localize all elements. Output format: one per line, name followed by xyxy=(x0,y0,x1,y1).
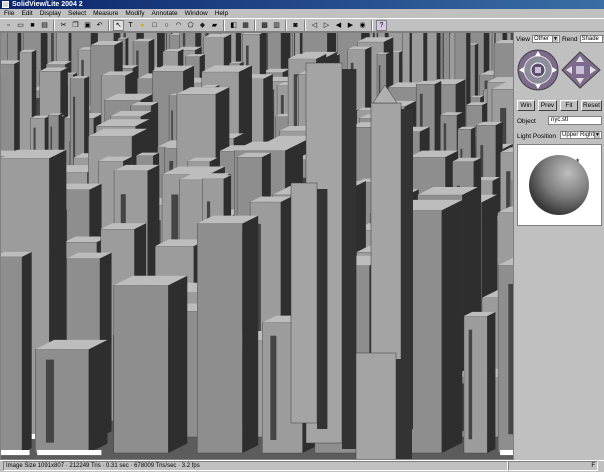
menu-edit[interactable]: Edit xyxy=(21,9,32,18)
prev-button[interactable]: Prev xyxy=(538,100,557,111)
status-indicator: F xyxy=(508,461,598,471)
title-bar: SolidView/Lite 2004 2 xyxy=(0,0,604,9)
arc-icon[interactable]: ◠ xyxy=(173,20,184,31)
toolbar-separator xyxy=(108,19,110,31)
3d-viewport[interactable] xyxy=(0,32,514,460)
light-position-value: Upper Right xyxy=(562,132,595,138)
eraser-icon[interactable]: ▰ xyxy=(209,20,220,31)
paste-icon[interactable]: ▣ xyxy=(82,20,93,31)
point-icon[interactable]: ● xyxy=(137,20,148,31)
play-back-icon[interactable]: ◀ xyxy=(333,20,344,31)
menu-measure[interactable]: Measure xyxy=(93,9,118,18)
app-icon xyxy=(2,1,9,8)
rend-select[interactable]: Shade▼ xyxy=(579,35,604,43)
object-field[interactable]: nyc.stl xyxy=(548,116,602,125)
view-label: View xyxy=(516,35,530,43)
copy-icon[interactable]: ❐ xyxy=(70,20,81,31)
fill-icon[interactable]: ◆ xyxy=(197,20,208,31)
new-icon[interactable]: ▫ xyxy=(3,20,14,31)
status-image-size: Image Size 1091x807 · 212249 Tris · 0.31… xyxy=(3,461,508,471)
save-view-icon[interactable]: ▥ xyxy=(271,20,282,31)
record-icon[interactable]: ◉ xyxy=(357,20,368,31)
fit-button[interactable]: Fit xyxy=(560,100,578,111)
select-arrow-icon[interactable]: ↖ xyxy=(113,19,124,31)
toolbar-separator xyxy=(371,19,373,31)
svg-text:*: * xyxy=(576,157,580,167)
toolbar: ▫ ▭ ■ ▤ ✂ ❐ ▣ ↶ ↖ T ● □ ○ ◠ ⬠ ◆ ▰ ◧ ▦ ▩ ▥ ◙ ◁ ▷ ◀ ▶ ◉? xyxy=(0,18,604,32)
open-icon[interactable]: ▭ xyxy=(15,20,26,31)
step-back-icon[interactable]: ◁ xyxy=(309,20,320,31)
control-panel: View Other▼ Rend Shade▼ xyxy=(514,32,604,460)
chevron-down-icon: ▼ xyxy=(594,132,600,138)
menu-file[interactable]: File xyxy=(4,9,14,18)
reset-button[interactable]: Reset xyxy=(581,100,602,111)
view-row: View Other▼ Rend Shade▼ xyxy=(516,35,604,43)
save-icon[interactable]: ■ xyxy=(27,20,38,31)
menu-bar: File Edit Display Select Measure Modify … xyxy=(0,9,604,18)
window-title: SolidView/Lite 2004 2 xyxy=(12,1,83,8)
view-select-value: Other xyxy=(533,36,549,42)
toolbar-separator xyxy=(285,19,287,31)
toolbar-separator xyxy=(304,19,306,31)
pan-pad-icon[interactable] xyxy=(561,51,601,89)
view-select[interactable]: Other ▼ xyxy=(531,35,560,43)
play-forward-icon[interactable]: ▶ xyxy=(345,20,356,31)
rend-select-value: Shade xyxy=(581,36,599,42)
light-sphere-icon: * xyxy=(529,155,589,215)
grid-icon[interactable]: ▦ xyxy=(240,20,251,31)
app-window: SolidView/Lite 2004 2 File Edit Display … xyxy=(0,0,604,472)
undo-icon[interactable]: ↶ xyxy=(94,20,105,31)
capture-icon[interactable]: ▩ xyxy=(259,20,270,31)
polygon-icon[interactable]: ⬠ xyxy=(185,20,196,31)
status-bar: Image Size 1091x807 · 212249 Tris · 0.31… xyxy=(0,460,604,472)
menu-modify[interactable]: Modify xyxy=(125,9,144,18)
city-model-render xyxy=(1,33,513,459)
light-position-select[interactable]: Upper Right ▼ xyxy=(560,131,602,139)
chevron-down-icon: ▼ xyxy=(551,36,558,42)
camera-icon[interactable]: ◙ xyxy=(290,20,301,31)
text-icon[interactable]: T xyxy=(125,20,136,31)
circle-icon[interactable]: ○ xyxy=(161,20,172,31)
rotate-compass-icon[interactable] xyxy=(517,49,559,91)
measure-icon[interactable]: ◧ xyxy=(228,20,239,31)
toolbar-separator xyxy=(223,19,225,31)
object-label: Object xyxy=(517,118,536,125)
toolbar-separator xyxy=(254,19,256,31)
menu-help[interactable]: Help xyxy=(215,9,228,18)
help-icon[interactable]: ? xyxy=(376,19,387,31)
cut-icon[interactable]: ✂ xyxy=(58,20,69,31)
menu-annotate[interactable]: Annotate xyxy=(152,9,178,18)
light-position-label: Light Position xyxy=(517,133,557,140)
print-icon[interactable]: ▤ xyxy=(39,20,50,31)
rend-label: Rend xyxy=(561,35,578,43)
menu-window[interactable]: Window xyxy=(185,9,208,18)
menu-display[interactable]: Display xyxy=(40,9,61,18)
navigation-controls xyxy=(517,49,601,91)
step-forward-icon[interactable]: ▷ xyxy=(321,20,332,31)
rectangle-icon[interactable]: □ xyxy=(149,20,160,31)
menu-select[interactable]: Select xyxy=(68,9,86,18)
toolbar-separator xyxy=(53,19,55,31)
light-preview[interactable]: * xyxy=(517,144,602,226)
win-button[interactable]: Win xyxy=(517,100,535,111)
